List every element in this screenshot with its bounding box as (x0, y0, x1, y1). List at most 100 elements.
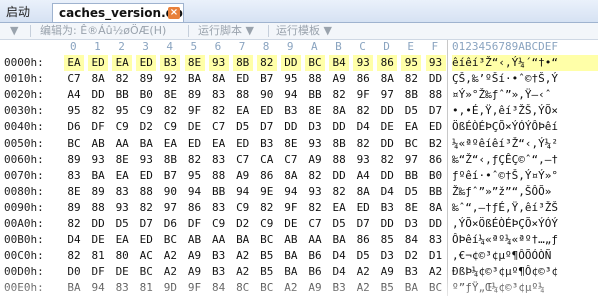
hex-byte[interactable]: BA (88, 168, 108, 184)
hex-byte[interactable]: AC (136, 248, 156, 264)
hex-byte[interactable]: ED (136, 55, 157, 71)
ascii-text[interactable]: ÐßÞ¼¢©³¢µº¶Ô¢©³¢ (452, 264, 598, 280)
tab-file[interactable]: caches_version.db × (52, 3, 184, 22)
hex-byte[interactable]: DF (88, 264, 108, 280)
hex-row[interactable]: 00B0h: D4 DE EA ED BC AB AA BA BC AB AA BA 86 85 84 83 ÔÞ… (0, 232, 598, 248)
hex-byte[interactable]: 82 (185, 152, 205, 168)
hex-byte[interactable]: D5 (233, 119, 253, 135)
hex-byte[interactable]: A9 (185, 264, 205, 280)
hex-byte[interactable]: 82 (88, 103, 108, 119)
hex-row[interactable]: 0010h: C7 8A 82 89 92 BA 8A ED B7 95 88 A9 86 8A 82 DD ÇŠ… (0, 71, 598, 87)
hex-byte[interactable]: 8E (281, 136, 301, 152)
hex-byte[interactable]: EA (112, 55, 133, 71)
chevron-down-icon[interactable]: ▼ (10, 23, 18, 39)
hex-byte[interactable]: DD (426, 216, 446, 232)
hex-byte[interactable]: 8E (401, 200, 421, 216)
hex-row[interactable]: 0000h: EA ED EA ED B3 8E 93 8B 82 DD BC B4 93 86 95 93 êí… (0, 55, 598, 71)
hex-byte[interactable]: C7 (281, 152, 301, 168)
hex-byte[interactable]: 81 (88, 248, 108, 264)
hex-byte[interactable]: BC (257, 280, 277, 296)
hex-byte[interactable]: DD (377, 103, 397, 119)
hex-byte[interactable]: ED (136, 232, 156, 248)
hex-byte[interactable]: 82 (209, 103, 229, 119)
hex-byte[interactable]: D7 (353, 216, 373, 232)
hex-byte[interactable]: 88 (426, 87, 446, 103)
hex-byte[interactable]: DF (185, 216, 205, 232)
hex-byte[interactable]: 88 (305, 71, 325, 87)
hex-byte[interactable]: D2 (233, 216, 253, 232)
hex-byte[interactable]: AB (185, 232, 205, 248)
hex-row[interactable]: 0030h: 95 82 95 C9 82 9F 82 EA ED B3 8E 8A 82 DD D5 D7 •‚… (0, 103, 598, 119)
hex-byte[interactable]: D4 (377, 184, 397, 200)
hex-byte[interactable]: 8E (160, 87, 180, 103)
hex-byte[interactable]: A9 (305, 152, 325, 168)
hex-byte[interactable]: B0 (426, 168, 446, 184)
hex-byte[interactable]: EA (209, 136, 229, 152)
hex-byte[interactable]: 97 (401, 152, 421, 168)
ascii-text[interactable]: ÔÞêí¼«ªº¼«ªº†…„ƒ (452, 232, 598, 248)
hex-byte[interactable]: ED (136, 168, 156, 184)
hex-byte[interactable]: BB (401, 168, 421, 184)
hex-byte[interactable]: D6 (64, 119, 84, 135)
hex-byte[interactable]: D2 (136, 119, 156, 135)
close-icon[interactable]: × (168, 7, 180, 19)
hex-byte[interactable]: 8B (160, 152, 180, 168)
hex-byte[interactable]: C9 (112, 119, 132, 135)
hex-byte[interactable]: 8A (88, 71, 108, 87)
hex-byte[interactable]: A2 (281, 280, 301, 296)
hex-row[interactable]: 0090h: 89 88 93 82 97 86 83 C9 82 9F 82 EA ED B3 8E 8A ‰ˆ… (0, 200, 598, 216)
hex-byte[interactable]: 82 (160, 103, 180, 119)
hex-byte[interactable]: 9E (257, 184, 277, 200)
hex-byte[interactable]: BA (329, 232, 349, 248)
hex-byte[interactable]: 82 (353, 136, 373, 152)
hex-byte[interactable]: 9D (160, 280, 180, 296)
hex-byte[interactable]: B3 (401, 264, 421, 280)
hex-byte[interactable]: BA (64, 280, 84, 296)
ascii-text[interactable]: Ž‰ƒˆ”»”ž”“‚ŠÔÕ» (452, 184, 598, 200)
hex-byte[interactable]: 83 (209, 152, 229, 168)
run-script-menu[interactable]: 运行脚本 ▼ (198, 23, 254, 39)
hex-byte[interactable]: A2 (426, 264, 446, 280)
hex-byte[interactable]: D1 (426, 248, 446, 264)
hex-byte[interactable]: B5 (257, 248, 277, 264)
hex-byte[interactable]: 86 (185, 200, 205, 216)
ascii-text[interactable]: •‚•É‚Ÿ‚êí³ŽŠ‚ÝÕ× (452, 103, 598, 119)
ascii-text[interactable]: ÖßÉÒÉÞÇÕ×ÝÓÝÔÞêí (452, 119, 598, 135)
hex-byte[interactable]: 82 (401, 71, 421, 87)
hex-byte[interactable]: C7 (209, 119, 229, 135)
hex-byte[interactable]: A9 (185, 248, 205, 264)
hex-byte[interactable]: 89 (64, 200, 84, 216)
hex-byte[interactable]: 8E (184, 55, 205, 71)
hex-byte[interactable]: D7 (257, 119, 277, 135)
hex-byte[interactable]: 82 (256, 55, 277, 71)
hex-byte[interactable]: 86 (257, 168, 277, 184)
hex-byte[interactable]: DE (88, 232, 108, 248)
hex-byte[interactable]: A9 (329, 71, 349, 87)
hex-byte[interactable]: 8A (353, 184, 373, 200)
hex-byte[interactable]: 82 (329, 184, 349, 200)
hex-byte[interactable]: 88 (329, 152, 349, 168)
hex-byte[interactable]: BC (64, 136, 84, 152)
hex-byte[interactable]: 93 (425, 55, 446, 71)
hex-byte[interactable]: 93 (88, 152, 108, 168)
hex-byte[interactable]: DD (88, 87, 108, 103)
hex-byte[interactable]: ED (233, 71, 253, 87)
hex-byte[interactable]: 83 (209, 200, 229, 216)
hex-byte[interactable]: D4 (353, 119, 373, 135)
hex-byte[interactable]: 88 (136, 184, 156, 200)
hex-row[interactable]: 00A0h: 82 DD D5 D7 D6 DF C9 D2 C9 DE C7 D5 D7 DD D3 DD ‚Ý… (0, 216, 598, 232)
hex-byte[interactable]: A2 (160, 248, 180, 264)
hex-byte[interactable]: AB (281, 232, 301, 248)
hex-byte[interactable]: C9 (209, 216, 229, 232)
hex-byte[interactable]: 84 (209, 280, 229, 296)
hex-byte[interactable]: C7 (233, 152, 253, 168)
ascii-text[interactable]: ‚ÝÕ×ÖßÉÒÉÞÇÕ×ÝÓÝ (452, 216, 598, 232)
hex-byte[interactable]: EA (160, 136, 180, 152)
hex-byte[interactable]: D5 (329, 216, 349, 232)
hex-byte[interactable]: 8A (209, 71, 229, 87)
hex-byte[interactable]: AB (88, 136, 108, 152)
hex-byte[interactable]: DD (426, 71, 446, 87)
hex-row[interactable]: 00D0h: D0 DF DE BC A2 A9 B3 A2 B5 BA B6 D4 A2 A9 B3 A2 Ðß… (0, 264, 598, 280)
hex-byte[interactable]: D0 (64, 264, 84, 280)
hex-byte[interactable]: EA (329, 200, 349, 216)
